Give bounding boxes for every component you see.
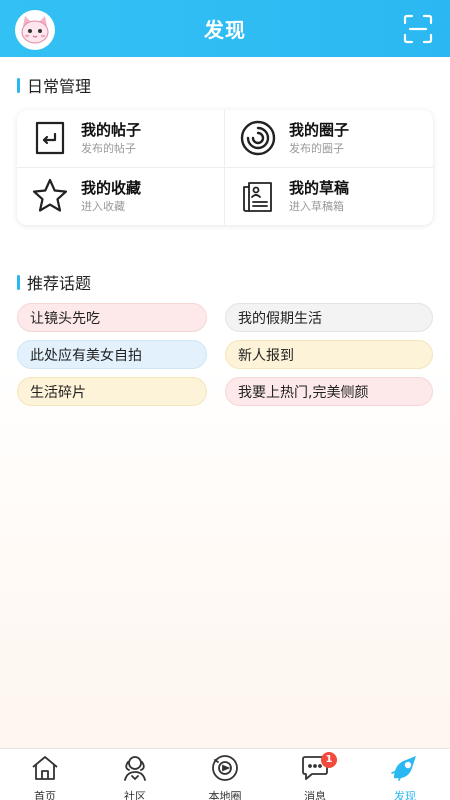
tab-local-circle[interactable]: 本地圈 (180, 749, 270, 800)
topic-chip[interactable]: 我的假期生活 (225, 303, 433, 332)
my-posts-item[interactable]: 我的帖子 发布的帖子 (17, 110, 225, 168)
tab-discover[interactable]: 发现 (360, 749, 450, 800)
tab-discover-label: 发现 (394, 790, 416, 800)
section-marker (17, 77, 20, 93)
tab-local-circle-label: 本地圈 (208, 790, 242, 800)
my-circles-title: 我的圈子 (289, 121, 350, 140)
topic-list: 让镜头先吃 我的假期生活 此处应有美女自拍 新人报到 生活碎片 我要上热门,完美… (17, 303, 433, 406)
tab-community-label: 社区 (124, 790, 146, 800)
my-favorites-sub: 进入收藏 (81, 200, 125, 214)
discover-icon (390, 754, 420, 786)
daily-management-card: 我的帖子 发布的帖子 我的圈子 发布的圈子 我的收藏 进入收藏 我的草稿 进入草… (17, 110, 433, 225)
topics-section-title: 推荐话题 (17, 270, 91, 294)
daily-title: 日常管理 (27, 77, 92, 96)
scan-icon[interactable] (403, 14, 433, 44)
topics-title: 推荐话题 (27, 274, 92, 293)
my-drafts-title: 我的草稿 (289, 179, 350, 198)
daily-section-title: 日常管理 (17, 73, 91, 97)
community-icon (120, 754, 150, 786)
tab-community[interactable]: 社区 (90, 749, 180, 800)
topic-chip[interactable]: 生活碎片 (17, 377, 207, 406)
home-icon (30, 754, 60, 786)
my-drafts-sub: 进入草稿箱 (289, 200, 344, 214)
circle-icon (239, 119, 277, 157)
tab-home-label: 首页 (34, 790, 56, 800)
my-drafts-item[interactable]: 我的草稿 进入草稿箱 (225, 168, 433, 226)
message-badge: 1 (321, 752, 337, 768)
tab-messages[interactable]: 1 消息 (270, 749, 360, 800)
tab-home[interactable]: 首页 (0, 749, 90, 800)
topic-chip[interactable]: 新人报到 (225, 340, 433, 369)
my-favorites-title: 我的收藏 (81, 179, 142, 198)
topic-chip[interactable]: 我要上热门,完美侧颜 (225, 377, 433, 406)
my-posts-sub: 发布的帖子 (81, 142, 136, 156)
local-circle-icon (210, 754, 240, 786)
my-circles-sub: 发布的圈子 (289, 142, 344, 156)
my-favorites-item[interactable]: 我的收藏 进入收藏 (17, 167, 225, 225)
post-icon (31, 119, 69, 157)
cat-avatar-icon[interactable] (15, 10, 55, 50)
star-icon (31, 177, 69, 215)
section-marker (17, 274, 20, 290)
my-circles-item[interactable]: 我的圈子 发布的圈子 (225, 110, 433, 168)
my-posts-title: 我的帖子 (81, 121, 142, 140)
page-title: 发现 (204, 18, 246, 42)
topic-chip[interactable]: 让镜头先吃 (17, 303, 207, 332)
top-header: 发现 (0, 0, 450, 57)
draft-icon (239, 177, 277, 215)
bottom-tab-bar: 首页 社区 本地圈 1 消息 发现 (0, 748, 450, 800)
tab-messages-label: 消息 (304, 790, 326, 800)
topic-chip[interactable]: 此处应有美女自拍 (17, 340, 207, 369)
